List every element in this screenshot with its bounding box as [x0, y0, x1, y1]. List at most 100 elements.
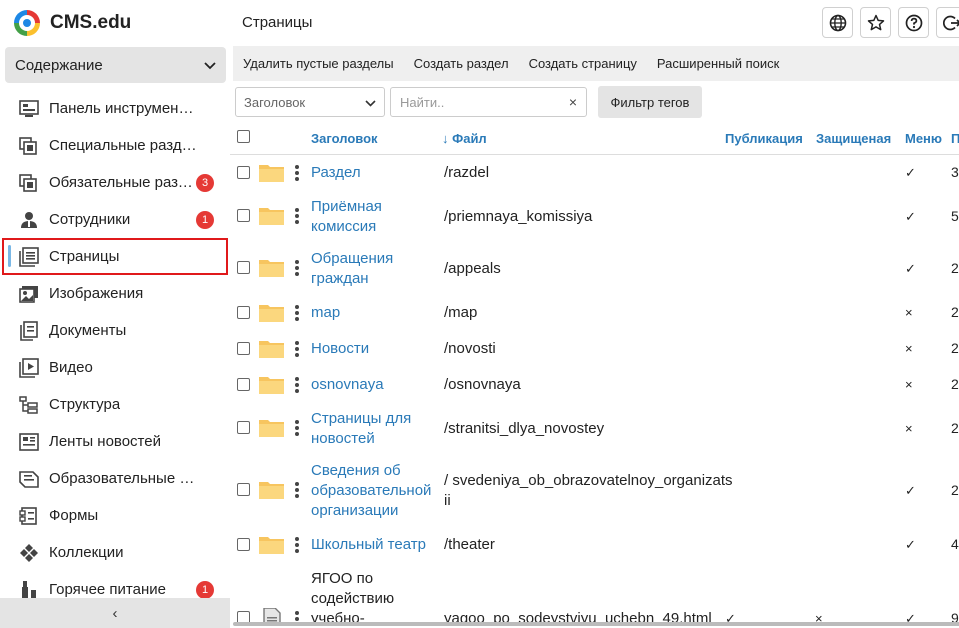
row-menu-icon[interactable]: [295, 482, 299, 498]
row-checkbox[interactable]: [237, 421, 250, 434]
row-checkbox[interactable]: [237, 209, 250, 222]
sidebar-item-label: Структура: [49, 396, 121, 413]
row-title-link[interactable]: Страницы для новостей: [311, 409, 436, 449]
table-row[interactable]: Приёмная комиссия /priemnaya_komissiya ✓…: [230, 191, 959, 243]
notification-badge: 1: [196, 211, 214, 229]
row-menu-icon[interactable]: [295, 208, 299, 224]
sidebar-item-required-sections[interactable]: Обязательные разделы 3: [0, 164, 230, 201]
row-title-link[interactable]: Сведения об образовательной организации: [311, 461, 441, 521]
table-row[interactable]: Сведения об образовательной организации …: [230, 455, 959, 527]
row-menu-status: ×: [905, 305, 913, 320]
row-extra-value: 3: [951, 164, 959, 180]
select-all-checkbox[interactable]: [237, 130, 250, 143]
table-row[interactable]: Обращения граждан /appeals ✓ 2: [230, 243, 959, 295]
table-row[interactable]: map /map × 2: [230, 295, 959, 331]
row-extra-value: 2: [951, 482, 959, 498]
star-icon[interactable]: [860, 7, 891, 38]
sidebar-item-newsfeeds[interactable]: Ленты новостей: [0, 423, 230, 460]
search-input[interactable]: [391, 88, 551, 116]
row-title-link[interactable]: Приёмная комиссия: [311, 197, 436, 237]
sidebar-collapse-button[interactable]: ‹: [0, 598, 230, 628]
row-extra-value: 2: [951, 260, 959, 276]
row-menu-icon[interactable]: [295, 537, 299, 553]
sidebar-item-label: Панель инструментов: [49, 100, 197, 117]
advanced-search-button[interactable]: Расширенный поиск: [647, 56, 789, 71]
row-file: /stranitsi_dlya_novostey: [444, 420, 605, 437]
table-row[interactable]: Новости /novosti × 2: [230, 331, 959, 367]
field-select[interactable]: Заголовок: [235, 87, 385, 117]
globe-icon[interactable]: [822, 7, 853, 38]
row-menu-icon[interactable]: [295, 341, 299, 357]
help-icon[interactable]: [898, 7, 929, 38]
row-title-link[interactable]: map: [311, 303, 436, 323]
sidebar-item-pages[interactable]: Страницы: [2, 238, 228, 275]
column-header-file[interactable]: ↓ Файл: [442, 131, 487, 146]
row-title-link[interactable]: Школьный театр: [311, 535, 441, 555]
sidebar-item-label: Обязательные разделы: [49, 174, 197, 191]
delete-empty-sections-button[interactable]: Удалить пустые разделы: [233, 56, 404, 71]
table-row[interactable]: Страницы для новостей /stranitsi_dlya_no…: [230, 403, 959, 455]
tag-filter-button[interactable]: Фильтр тегов: [598, 86, 702, 118]
table-row[interactable]: osnovnaya /osnovnaya × 2: [230, 367, 959, 403]
row-menu-status: ✓: [905, 261, 916, 276]
horizontal-scrollbar[interactable]: [233, 622, 959, 626]
sidebar: CMS.edu Содержание Панель инструментов С…: [0, 0, 230, 628]
sidebar-item-video[interactable]: Видео: [0, 349, 230, 386]
row-menu-icon[interactable]: [295, 165, 299, 181]
row-file: /priemnaya_komissiya: [444, 208, 593, 225]
column-header-extra[interactable]: П: [951, 131, 959, 146]
row-extra-value: 2: [951, 340, 959, 356]
sidebar-item-documents[interactable]: Документы: [0, 312, 230, 349]
table-row[interactable]: ЯГОО по содействию учебно- yagoo_po_sode…: [230, 563, 959, 622]
logout-icon[interactable]: [936, 7, 959, 38]
sidebar-item-education-programs[interactable]: Образовательные программы: [0, 460, 230, 497]
logo[interactable]: CMS.edu: [14, 8, 131, 38]
column-header-title[interactable]: Заголовок: [311, 131, 378, 146]
row-menu-icon[interactable]: [295, 377, 299, 393]
row-title-link[interactable]: Раздел: [311, 163, 436, 183]
row-checkbox[interactable]: [237, 261, 250, 274]
sidebar-item-forms[interactable]: Формы: [0, 497, 230, 534]
row-title-link[interactable]: Обращения граждан: [311, 249, 436, 289]
row-checkbox[interactable]: [237, 342, 250, 355]
sidebar-item-structure[interactable]: Структура: [0, 386, 230, 423]
column-header-publication[interactable]: Публикация: [725, 131, 803, 146]
chevron-down-icon: [365, 95, 376, 110]
row-title[interactable]: ЯГОО по содействию учебно-: [311, 569, 411, 622]
column-header-menu[interactable]: Меню: [905, 131, 942, 146]
row-file: /razdel: [444, 164, 490, 181]
sidebar-item-images[interactable]: Изображения: [0, 275, 230, 312]
row-title-link[interactable]: Новости: [311, 339, 436, 359]
row-title-link[interactable]: osnovnaya: [311, 375, 436, 395]
pages-icon: [18, 246, 40, 267]
row-checkbox[interactable]: [237, 538, 250, 551]
clear-icon[interactable]: ×: [569, 94, 577, 110]
row-checkbox[interactable]: [237, 166, 250, 179]
row-menu-icon[interactable]: [295, 420, 299, 436]
sidebar-item-label: Специальные разделы: [49, 137, 197, 154]
row-menu-icon[interactable]: [295, 260, 299, 276]
column-header-protected[interactable]: Защищеная: [816, 131, 891, 146]
sidebar-item-label: Страницы: [49, 248, 120, 265]
folder-icon: [258, 338, 285, 359]
sidebar-item-dashboard[interactable]: Панель инструментов: [0, 90, 230, 127]
create-page-button[interactable]: Создать страницу: [519, 56, 647, 71]
row-checkbox[interactable]: [237, 378, 250, 391]
row-menu-icon[interactable]: [295, 305, 299, 321]
table-row[interactable]: Раздел /razdel ✓ 3: [230, 155, 959, 191]
section-select[interactable]: Содержание: [5, 47, 226, 83]
pages-table: Заголовок ↓ Файл Публикация Защищеная Ме…: [230, 122, 959, 622]
sidebar-item-staff[interactable]: Сотрудники 1: [0, 201, 230, 238]
row-checkbox[interactable]: [237, 483, 250, 496]
filter-bar: Заголовок × Фильтр тегов: [230, 84, 959, 120]
row-menu-icon[interactable]: [295, 611, 299, 622]
row-checkbox[interactable]: [237, 611, 250, 622]
table-row[interactable]: Школьный театр /theater ✓ 4: [230, 527, 959, 563]
row-menu-status: ✓: [905, 209, 916, 224]
row-file: yagoo_po_sodeystviyu_uchebn_49.html: [444, 610, 712, 622]
sidebar-item-special-sections[interactable]: Специальные разделы: [0, 127, 230, 164]
row-checkbox[interactable]: [237, 306, 250, 319]
images-icon: [18, 284, 40, 304]
create-section-button[interactable]: Создать раздел: [404, 56, 519, 71]
sidebar-item-collections[interactable]: Коллекции: [0, 534, 230, 571]
